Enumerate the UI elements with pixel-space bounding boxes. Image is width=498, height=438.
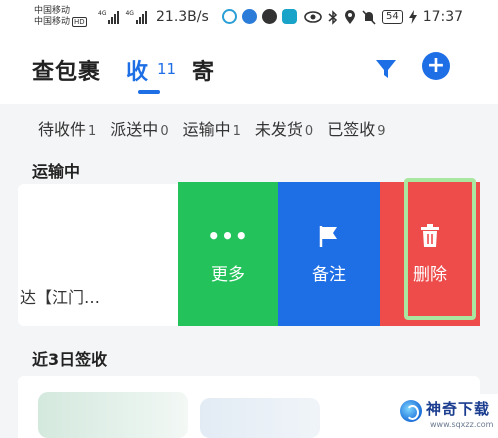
clock: 17:37 xyxy=(422,9,464,25)
more-button[interactable]: ••• 更多 xyxy=(178,182,278,326)
app-icon xyxy=(282,9,297,24)
active-tab-indicator xyxy=(138,90,160,94)
chip-count: 1 xyxy=(232,124,241,139)
charging-icon xyxy=(408,10,417,24)
filter-button[interactable] xyxy=(372,54,400,82)
watermark-name: 神奇下载 xyxy=(426,400,491,418)
section-title-recent-signed: 近3日签收 xyxy=(32,350,108,369)
notification-icons xyxy=(222,9,297,24)
app-icon xyxy=(242,9,257,24)
app-icon xyxy=(222,9,237,24)
location-icon xyxy=(345,9,355,24)
filter-chip-signed[interactable]: 已签收 9 xyxy=(327,116,385,140)
blurred-thumbnail xyxy=(38,392,188,438)
chip-label: 待收件 xyxy=(38,120,87,139)
blurred-thumbnail xyxy=(200,398,320,438)
highlight-box xyxy=(404,178,476,320)
signal-icon: 4G xyxy=(98,10,120,24)
flag-icon xyxy=(319,225,337,247)
carrier-2: 中国移动 xyxy=(34,17,71,27)
tab-receive-count: 11 xyxy=(157,60,177,78)
page-title: 查包裹 xyxy=(32,60,102,85)
bluetooth-icon xyxy=(328,9,338,25)
carrier-info: 中国移动 中国移动 HD xyxy=(34,6,87,28)
status-filter-bar: 待收件 1 派送中 0 运输中 1 未发货 0 已签收 9 xyxy=(0,104,498,152)
chip-label: 运输中 xyxy=(182,120,231,139)
system-status: 54 17:37 xyxy=(304,9,463,25)
note-label: 备注 xyxy=(312,264,346,285)
more-icon: ••• xyxy=(207,223,249,248)
chip-label: 已签收 xyxy=(327,120,376,139)
chip-count: 1 xyxy=(88,124,97,139)
app-header: 查包裹 收 11 寄 + xyxy=(0,36,498,104)
hd-badge: HD xyxy=(72,17,87,27)
note-button[interactable]: 备注 xyxy=(278,182,380,326)
filter-icon xyxy=(376,60,396,78)
filter-chip-in-transit[interactable]: 运输中 1 xyxy=(183,116,241,140)
network-speed: 21.3B/s xyxy=(156,9,209,25)
tab-receive[interactable]: 收 xyxy=(126,54,148,86)
mute-icon xyxy=(362,9,376,25)
eye-icon xyxy=(304,11,322,23)
filter-chip-pending-pickup[interactable]: 待收件 1 xyxy=(38,116,96,140)
signal-indicators: 4G 4G xyxy=(98,10,147,24)
chip-count: 0 xyxy=(304,124,314,139)
signal-type-label: 4G xyxy=(98,10,107,17)
chip-label: 未发货 xyxy=(254,120,303,139)
signal-type-label: 4G xyxy=(125,10,134,17)
watermark: 神奇下载 www.sqxzz.com xyxy=(396,394,498,438)
filter-chip-not-shipped[interactable]: 未发货 0 xyxy=(255,116,313,140)
watermark-url: www.sqxzz.com xyxy=(430,420,494,429)
tab-send[interactable]: 寄 xyxy=(192,54,214,86)
more-label: 更多 xyxy=(211,264,245,285)
package-status-text: 达【江门… xyxy=(20,288,101,307)
section-title-in-transit: 运输中 xyxy=(32,162,81,181)
status-bar: 中国移动 中国移动 HD 4G 4G 21.3B/s 54 17:37 xyxy=(0,0,498,36)
carrier-1: 中国移动 xyxy=(34,6,71,16)
chip-count: 9 xyxy=(377,124,386,139)
battery-level: 54 xyxy=(382,10,403,24)
watermark-logo-icon xyxy=(400,400,422,422)
app-icon xyxy=(262,9,277,24)
signal-icon: 4G xyxy=(125,10,147,24)
add-package-button[interactable]: + xyxy=(422,52,450,80)
plus-icon: + xyxy=(426,53,446,78)
chip-label: 派送中 xyxy=(110,120,159,139)
filter-chip-delivering[interactable]: 派送中 0 xyxy=(110,116,168,140)
chip-count: 0 xyxy=(160,124,169,139)
